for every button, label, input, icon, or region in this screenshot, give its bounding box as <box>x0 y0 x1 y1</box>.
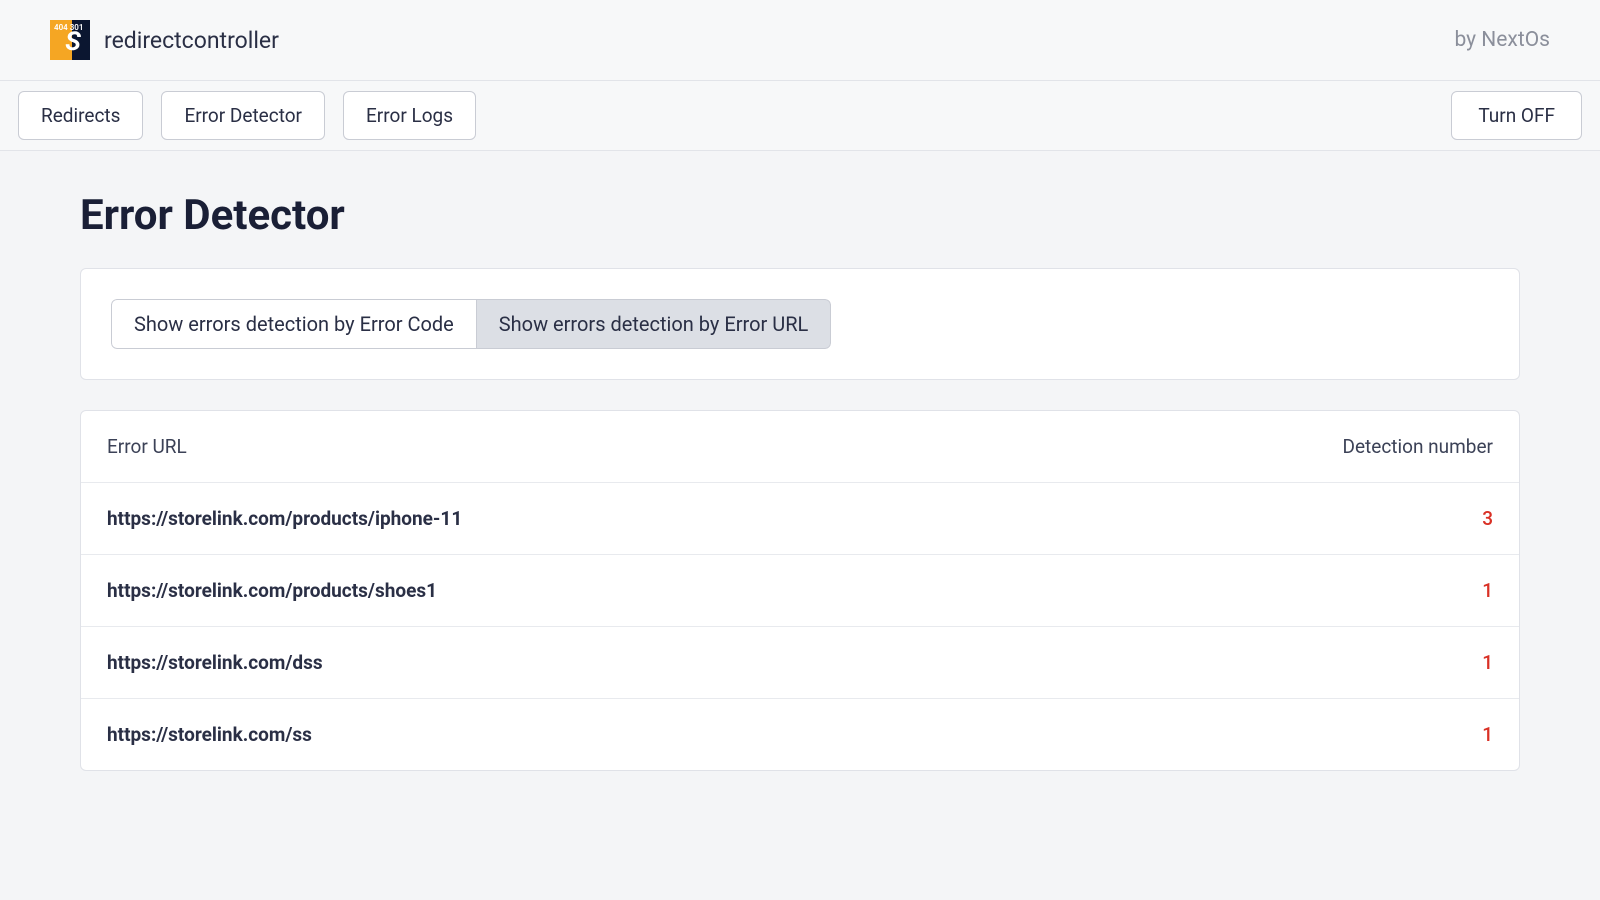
table-row[interactable]: https://storelink.com/dss 1 <box>81 627 1519 699</box>
cell-url: https://storelink.com/dss <box>107 651 323 674</box>
cell-url: https://storelink.com/products/shoes1 <box>107 579 437 602</box>
table-row[interactable]: https://storelink.com/products/shoes1 1 <box>81 555 1519 627</box>
tab-error-detector[interactable]: Error Detector <box>161 91 325 140</box>
byline: by NextOs <box>1454 28 1550 52</box>
tab-error-logs[interactable]: Error Logs <box>343 91 476 140</box>
column-detection-number: Detection number <box>1343 435 1493 458</box>
brand: 404 301 S redirectcontroller <box>50 20 279 60</box>
cell-count: 3 <box>1482 507 1493 530</box>
segmented-control: Show errors detection by Error Code Show… <box>111 299 831 349</box>
nav-tabs: Redirects Error Detector Error Logs <box>18 91 476 140</box>
logo-codes: 404 301 <box>54 24 83 32</box>
cell-count: 1 <box>1482 651 1493 674</box>
cell-count: 1 <box>1482 723 1493 746</box>
cell-url: https://storelink.com/ss <box>107 723 312 746</box>
table-header: Error URL Detection number <box>81 411 1519 483</box>
topbar: 404 301 S redirectcontroller by NextOs <box>0 0 1600 81</box>
segmented-card: Show errors detection by Error Code Show… <box>80 268 1520 380</box>
turn-off-button[interactable]: Turn OFF <box>1451 91 1582 140</box>
brand-logo-icon: 404 301 S <box>50 20 90 60</box>
page-title: Error Detector <box>80 191 1520 240</box>
content: Error Detector Show errors detection by … <box>0 151 1600 811</box>
brand-name: redirectcontroller <box>104 27 279 54</box>
navbar: Redirects Error Detector Error Logs Turn… <box>0 81 1600 151</box>
segment-by-error-code[interactable]: Show errors detection by Error Code <box>111 299 477 349</box>
error-url-table: Error URL Detection number https://store… <box>80 410 1520 771</box>
tab-redirects[interactable]: Redirects <box>18 91 143 140</box>
column-error-url: Error URL <box>107 435 187 458</box>
cell-url: https://storelink.com/products/iphone-11 <box>107 507 462 530</box>
segment-by-error-url[interactable]: Show errors detection by Error URL <box>476 299 832 349</box>
cell-count: 1 <box>1482 579 1493 602</box>
table-row[interactable]: https://storelink.com/ss 1 <box>81 699 1519 770</box>
table-row[interactable]: https://storelink.com/products/iphone-11… <box>81 483 1519 555</box>
